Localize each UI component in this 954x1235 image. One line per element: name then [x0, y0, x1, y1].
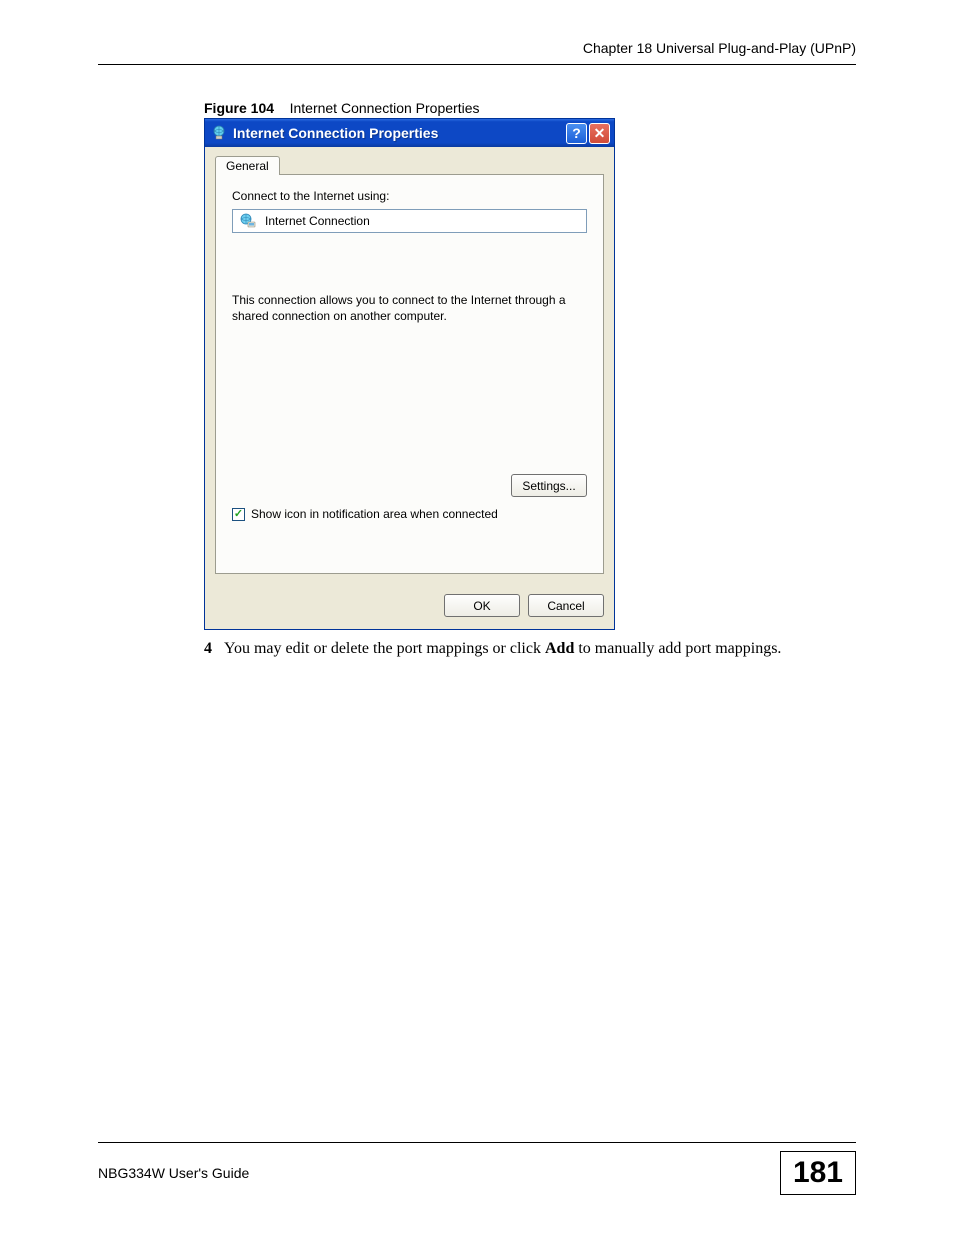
- figure-caption: Figure 104 Internet Connection Propertie…: [204, 100, 856, 116]
- step-number: 4: [204, 640, 212, 658]
- tab-general[interactable]: General: [215, 156, 280, 175]
- dialog-buttons: OK Cancel: [205, 584, 614, 629]
- show-icon-checkbox-row[interactable]: ✓ Show icon in notification area when co…: [232, 507, 587, 521]
- connect-using-label: Connect to the Internet using:: [232, 189, 587, 203]
- globe-icon: [239, 212, 257, 230]
- guide-name: NBG334W User's Guide: [98, 1165, 249, 1181]
- instruction-step: 4 You may edit or delete the port mappin…: [204, 640, 856, 658]
- properties-dialog: Internet Connection Properties ? ✕ Gener…: [204, 118, 615, 630]
- connection-icon: [211, 125, 227, 141]
- add-bold: Add: [545, 640, 574, 657]
- figure-label: Figure 104: [204, 100, 274, 116]
- page-footer: NBG334W User's Guide 181: [98, 1142, 856, 1195]
- checkbox-label: Show icon in notification area when conn…: [251, 507, 498, 521]
- checkbox-icon[interactable]: ✓: [232, 508, 245, 521]
- header-rule: [98, 64, 856, 65]
- connection-name: Internet Connection: [265, 214, 370, 228]
- tab-panel: Connect to the Internet using: Internet …: [215, 174, 604, 574]
- settings-button[interactable]: Settings...: [511, 474, 587, 497]
- titlebar[interactable]: Internet Connection Properties ? ✕: [205, 119, 614, 147]
- connection-select[interactable]: Internet Connection: [232, 209, 587, 233]
- connection-description: This connection allows you to connect to…: [232, 293, 587, 324]
- figure-title: Internet Connection Properties: [290, 100, 480, 116]
- page-number: 181: [780, 1151, 856, 1195]
- chapter-header: Chapter 18 Universal Plug-and-Play (UPnP…: [98, 40, 856, 64]
- step-text-before: You may edit or delete the port mappings…: [224, 640, 545, 657]
- step-text-after: to manually add port mappings.: [574, 640, 781, 657]
- cancel-button[interactable]: Cancel: [528, 594, 604, 617]
- ok-button[interactable]: OK: [444, 594, 520, 617]
- dialog-title: Internet Connection Properties: [233, 125, 560, 141]
- step-text: You may edit or delete the port mappings…: [224, 640, 781, 658]
- help-button[interactable]: ?: [566, 123, 587, 144]
- close-button[interactable]: ✕: [589, 123, 610, 144]
